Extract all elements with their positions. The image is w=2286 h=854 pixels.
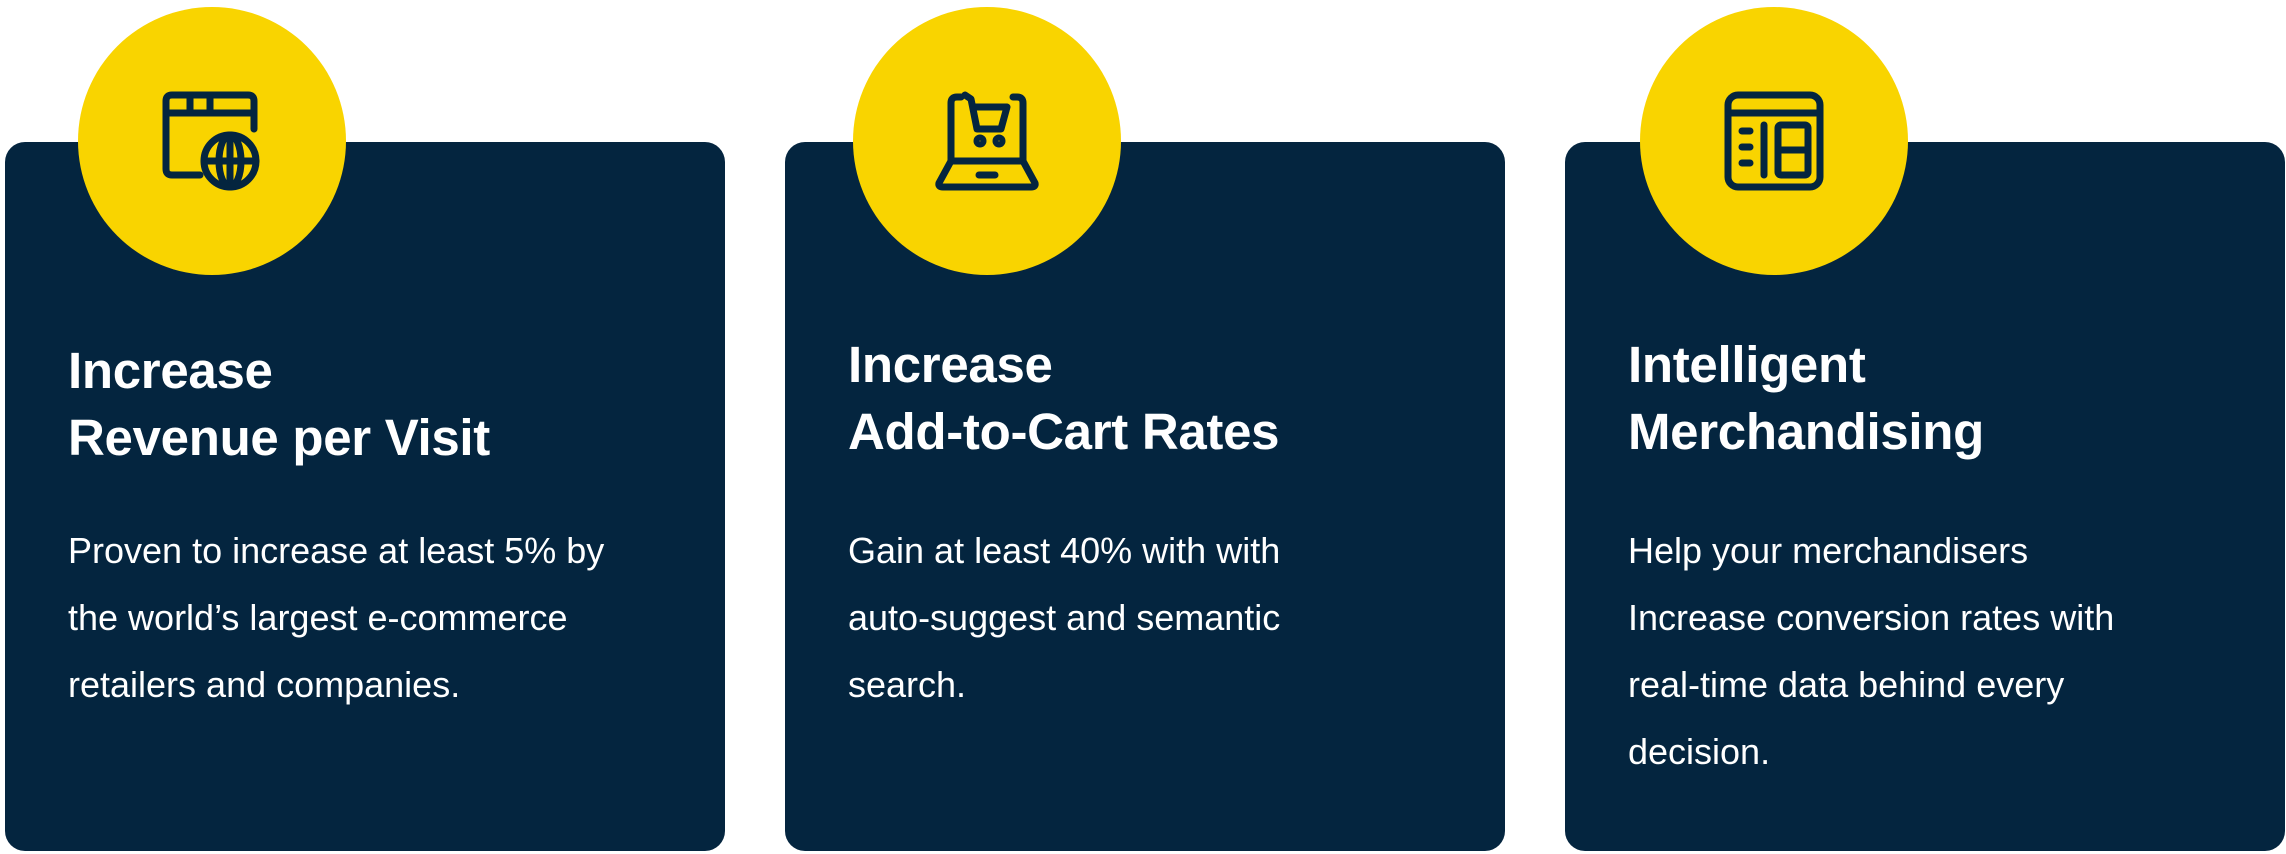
feature-card-add-to-cart: Increase Add-to-Cart Rates Gain at least… bbox=[785, 142, 1505, 851]
card-description: Help your merchandisers Increase convers… bbox=[1628, 530, 2115, 772]
card-description: Proven to increase at least 5% by the wo… bbox=[68, 530, 605, 705]
card-description: Gain at least 40% with with auto-suggest… bbox=[848, 530, 1281, 705]
feature-badge-add-to-cart bbox=[853, 7, 1121, 275]
laptop-cart-icon bbox=[935, 91, 1039, 191]
feature-badge-merchandising bbox=[1640, 7, 1908, 275]
card-title: Increase Add-to-Cart Rates bbox=[848, 336, 1280, 460]
feature-badge-revenue bbox=[78, 7, 346, 275]
feature-card-merchandising: Intelligent Merchandising Help your merc… bbox=[1565, 142, 2285, 851]
card-title: Intelligent Merchandising bbox=[1628, 336, 1984, 460]
feature-card-revenue: Increase Revenue per Visit Proven to inc… bbox=[5, 142, 725, 851]
browser-globe-icon bbox=[162, 91, 260, 191]
card-title: Increase Revenue per Visit bbox=[68, 342, 490, 466]
layout-dashboard-icon bbox=[1724, 91, 1824, 191]
